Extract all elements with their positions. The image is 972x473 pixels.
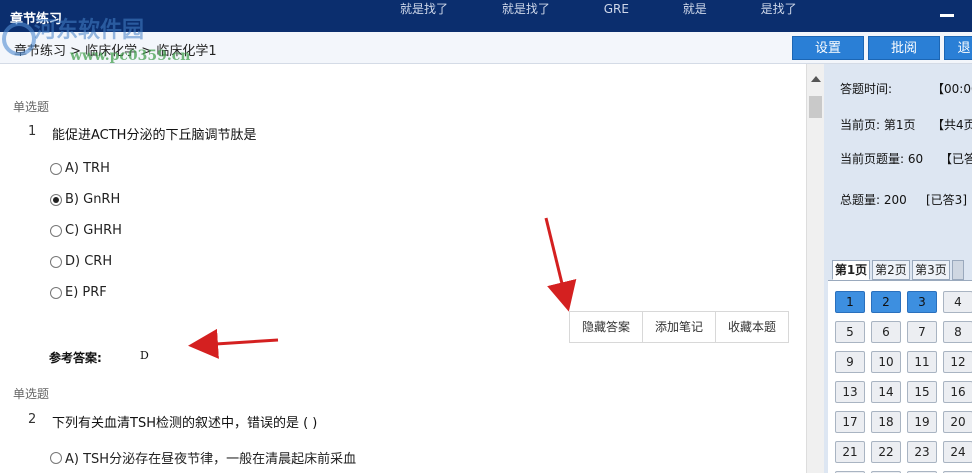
question-number-button[interactable]: 3 bbox=[907, 291, 937, 313]
question-actions: 隐藏答案 添加笔记 收藏本题 bbox=[569, 311, 790, 343]
watermark-url: www.pc0359.cn bbox=[70, 48, 191, 64]
top-menus: 就是找了 就是找了 GRE 就是 是找了 bbox=[400, 0, 847, 17]
total-count: 总题量: 200 [已答3] bbox=[840, 191, 967, 208]
watermark-text: 河东软件园 bbox=[34, 17, 145, 43]
question-area: 单选题 1 能促进ACTH分泌的下丘脑调节肽是 A) TRH B) GnRH C… bbox=[0, 64, 806, 473]
radio-icon[interactable] bbox=[50, 162, 62, 175]
answer-time-label: 答题时间: bbox=[840, 82, 893, 96]
question-number-button[interactable]: 12 bbox=[943, 351, 972, 373]
question-number-button[interactable]: 11 bbox=[907, 351, 937, 373]
question-number-button[interactable]: 16 bbox=[943, 381, 972, 403]
question-number-button[interactable]: 6 bbox=[871, 321, 901, 343]
question-type: 单选题 bbox=[13, 387, 50, 401]
option-a[interactable]: A) TRH bbox=[50, 161, 110, 176]
question-grid: 1234567891011121314151617181920212223242… bbox=[828, 280, 972, 473]
option-label: C) GHRH bbox=[65, 223, 122, 238]
scroll-up-icon[interactable] bbox=[811, 76, 821, 82]
answer-time: 答题时间: 【00:00 bbox=[840, 80, 972, 97]
reference-answer-label: 参考答案: bbox=[49, 351, 102, 365]
option-label: A) TRH bbox=[65, 161, 110, 176]
page-total: 【共4页 bbox=[932, 118, 972, 132]
question-number-button[interactable]: 5 bbox=[835, 321, 865, 343]
question-number-button[interactable]: 18 bbox=[871, 411, 901, 433]
question-number: 2 bbox=[28, 412, 37, 427]
question-text: 能促进ACTH分泌的下丘脑调节肽是 bbox=[52, 128, 257, 143]
question-number-button[interactable]: 14 bbox=[871, 381, 901, 403]
option-a[interactable]: A) TSH分泌存在昼夜节律，一般在清晨起床前采血 bbox=[50, 448, 356, 467]
question-number-button[interactable]: 1 bbox=[835, 291, 865, 313]
scroll-thumb[interactable] bbox=[809, 96, 822, 118]
tabs-scroll-icon[interactable] bbox=[952, 260, 964, 280]
vertical-scrollbar[interactable] bbox=[806, 64, 824, 473]
menu-item[interactable]: GRE bbox=[604, 2, 629, 16]
question-number-button[interactable]: 17 bbox=[835, 411, 865, 433]
page-answered: 【已答 bbox=[940, 152, 972, 166]
question-text: 下列有关血清TSH检测的叙述中，错误的是 ( ) bbox=[52, 416, 318, 431]
option-label: D) CRH bbox=[65, 254, 113, 269]
question-number-button[interactable]: 24 bbox=[943, 441, 972, 463]
question-number-button[interactable]: 4 bbox=[943, 291, 972, 313]
tab-page-3[interactable]: 第3页 bbox=[912, 260, 950, 280]
option-d[interactable]: D) CRH bbox=[50, 254, 112, 269]
status-panel: 答题时间: 【00:00 当前页: 第1页 【共4页 当前页题量: 60 【已答… bbox=[824, 64, 972, 473]
menu-item[interactable]: 就是 bbox=[683, 2, 707, 16]
question-type: 单选题 bbox=[13, 100, 50, 114]
hide-answer-button[interactable]: 隐藏答案 bbox=[570, 312, 644, 342]
menu-item[interactable]: 就是找了 bbox=[400, 2, 448, 16]
menu-item[interactable]: 就是找了 bbox=[502, 2, 550, 16]
question-number-button[interactable]: 8 bbox=[943, 321, 972, 343]
question-number-button[interactable]: 23 bbox=[907, 441, 937, 463]
menu-item[interactable]: 是找了 bbox=[761, 2, 797, 16]
question-number-button[interactable]: 10 bbox=[871, 351, 901, 373]
tab-page-2[interactable]: 第2页 bbox=[872, 260, 910, 280]
option-label: A) TSH分泌存在昼夜节律，一般在清晨起床前采血 bbox=[65, 452, 357, 467]
question-number-button[interactable]: 9 bbox=[835, 351, 865, 373]
page-count-label: 当前页题量: 60 bbox=[840, 152, 924, 166]
question-number-button[interactable]: 7 bbox=[907, 321, 937, 343]
total-label: 总题量: 200 bbox=[840, 193, 907, 207]
radio-icon[interactable] bbox=[50, 286, 62, 299]
current-page: 当前页: 第1页 【共4页 bbox=[840, 116, 972, 133]
question-number-button[interactable]: 13 bbox=[835, 381, 865, 403]
radio-selected-icon[interactable] bbox=[50, 193, 62, 206]
review-button[interactable]: 批阅 bbox=[868, 36, 940, 60]
page-tabs: 第1页 第2页 第3页 bbox=[832, 260, 966, 282]
option-b[interactable]: B) GnRH bbox=[50, 192, 120, 207]
page-count: 当前页题量: 60 【已答 bbox=[840, 150, 972, 167]
tab-page-1[interactable]: 第1页 bbox=[832, 260, 870, 280]
question-number-button[interactable]: 15 bbox=[907, 381, 937, 403]
question-number-button[interactable]: 22 bbox=[871, 441, 901, 463]
answer-time-value: 【00:00 bbox=[932, 82, 972, 96]
radio-icon[interactable] bbox=[50, 451, 62, 464]
radio-icon[interactable] bbox=[50, 255, 62, 268]
minimize-icon[interactable] bbox=[940, 14, 954, 17]
option-e[interactable]: E) PRF bbox=[50, 285, 107, 300]
question-number-button[interactable]: 2 bbox=[871, 291, 901, 313]
radio-icon[interactable] bbox=[50, 224, 62, 237]
option-label: B) GnRH bbox=[65, 192, 121, 207]
total-answered: [已答3] bbox=[926, 193, 967, 207]
favorite-button[interactable]: 收藏本题 bbox=[716, 312, 788, 342]
question-number-button[interactable]: 21 bbox=[835, 441, 865, 463]
watermark-logo-icon bbox=[2, 22, 36, 56]
exit-button[interactable]: 退 bbox=[944, 36, 972, 60]
question-number-button[interactable]: 20 bbox=[943, 411, 972, 433]
question-number-button[interactable]: 19 bbox=[907, 411, 937, 433]
question-number: 1 bbox=[28, 124, 37, 139]
reference-answer-value: D bbox=[140, 349, 149, 362]
current-page-label: 当前页: 第1页 bbox=[840, 118, 916, 132]
add-note-button[interactable]: 添加笔记 bbox=[643, 312, 717, 342]
option-label: E) PRF bbox=[65, 285, 107, 300]
title-bar: 章节练习 就是找了 就是找了 GRE 就是 是找了 bbox=[0, 0, 972, 32]
option-c[interactable]: C) GHRH bbox=[50, 223, 122, 238]
settings-button[interactable]: 设置 bbox=[792, 36, 864, 60]
